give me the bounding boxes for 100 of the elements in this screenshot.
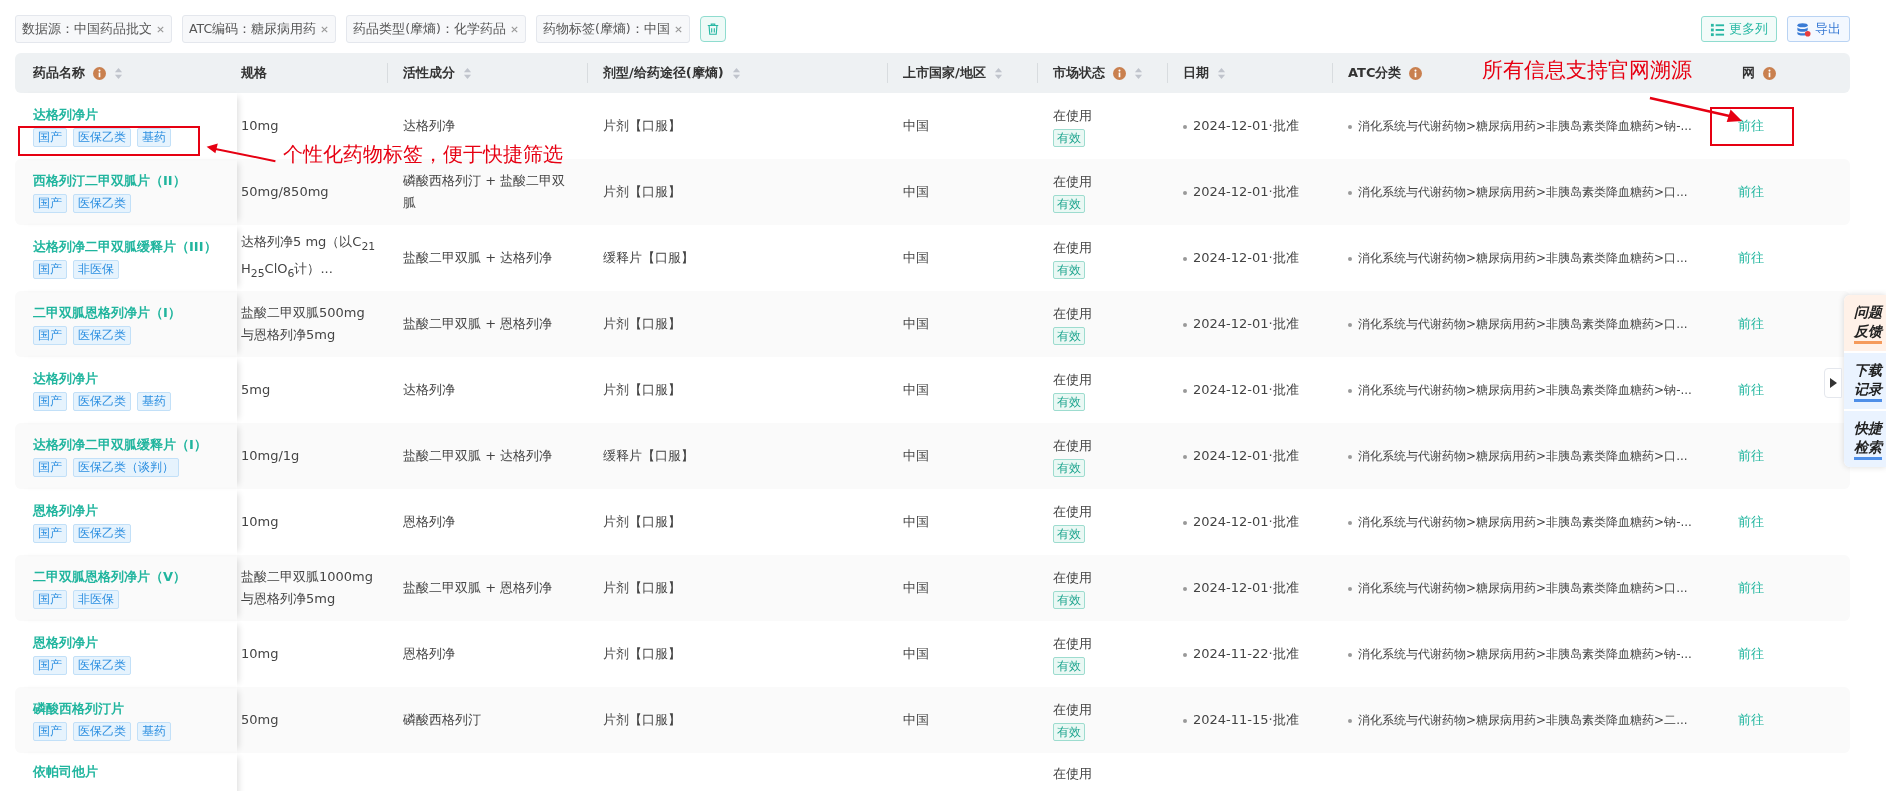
drug-name-link[interactable]: 达格列净二甲双胍缓释片（I） <box>33 435 207 454</box>
spec-text: 盐酸二甲双胍1000mg与恩格列净5mg <box>241 568 374 608</box>
sort-icon[interactable] <box>993 66 1003 80</box>
date-text: 2024-12-01·批准 <box>1183 511 1322 533</box>
drug-name-link[interactable]: 依帕司他片 <box>33 763 98 781</box>
atc-category-text: 消化系统与代谢药物>糖尿病用药>非胰岛素类降血糖药>口... <box>1348 445 1688 467</box>
date-text: 2024-12-01·批准 <box>1183 115 1322 137</box>
drug-name-link[interactable]: 达格列净片 <box>33 369 98 388</box>
drug-tag[interactable]: 国产 <box>33 325 67 345</box>
close-icon[interactable] <box>673 24 683 34</box>
goto-link[interactable]: 前往 <box>1738 315 1764 333</box>
country-text: 中国 <box>903 645 930 663</box>
drug-name-link[interactable]: 西格列汀二甲双胍片（II） <box>33 171 186 190</box>
ingredient-text: 恩格列净 <box>403 645 456 663</box>
status-tag: 有效 <box>1053 657 1085 675</box>
list-icon <box>1710 21 1725 37</box>
goto-link[interactable]: 前往 <box>1738 711 1764 729</box>
drug-tag[interactable]: 国产 <box>33 193 67 213</box>
drug-name-link[interactable]: 达格列净片 <box>33 105 98 124</box>
goto-link[interactable]: 前往 <box>1738 579 1764 597</box>
play-icon <box>1829 378 1837 388</box>
column-header: 规格 <box>241 64 267 82</box>
drug-tag[interactable]: 医保乙类 <box>73 325 131 345</box>
drug-tag[interactable]: 医保乙类（谈判） <box>73 457 179 477</box>
annotation-text: 所有信息支持官网溯源 <box>1482 57 1692 84</box>
date-text: 2024-12-01·批准 <box>1183 181 1322 203</box>
spec-text: 10mg/1g <box>241 447 301 465</box>
drug-tag[interactable]: 医保乙类 <box>73 391 131 411</box>
drug-tag[interactable]: 医保乙类 <box>73 193 131 213</box>
goto-link[interactable]: 前往 <box>1738 513 1764 531</box>
sort-icon[interactable] <box>114 66 123 80</box>
drug-tag[interactable]: 非医保 <box>73 589 119 609</box>
drug-name-link[interactable]: 二甲双胍恩格列净片（Ⅰ） <box>33 303 181 322</box>
filter-chip[interactable]: 药品类型(摩熵)：化学药品 <box>346 15 526 43</box>
goto-link[interactable]: 前往 <box>1738 645 1764 663</box>
ingredient-text: 磷酸西格列汀 + 盐酸二甲双胍 <box>403 172 567 212</box>
column-header: 上市国家/地区 <box>903 64 986 82</box>
close-icon[interactable] <box>510 24 519 34</box>
filter-chip[interactable]: 数据源：中国药品批文 <box>15 15 172 43</box>
search-tab[interactable]: 快捷检索 <box>1844 411 1886 467</box>
drug-tag[interactable]: 医保乙类 <box>73 655 131 675</box>
goto-link[interactable]: 前往 <box>1738 183 1764 201</box>
column-header: 剂型/给药途径(摩熵) <box>603 64 724 82</box>
drug-name-link[interactable]: 恩格列净片 <box>33 501 98 520</box>
panel-toggle-button[interactable] <box>1824 368 1842 398</box>
spec-text: 10mg <box>241 645 280 663</box>
dosage-form-text: 片剂【口服】 <box>603 513 682 531</box>
drug-tag[interactable]: 国产 <box>33 391 67 411</box>
drug-tag[interactable]: 国产 <box>33 589 67 609</box>
dosage-form-text: 缓释片【口服】 <box>603 447 695 465</box>
dosage-form-text: 片剂【口服】 <box>603 381 682 399</box>
drug-tag[interactable]: 国产 <box>33 721 67 741</box>
sort-icon[interactable] <box>1217 66 1226 80</box>
market-status-text: 在使用 <box>1053 305 1092 323</box>
export-button[interactable]: 导出 <box>1787 16 1850 42</box>
dosage-form-text: 片剂【口服】 <box>603 117 682 135</box>
market-status-text: 在使用 <box>1053 239 1092 257</box>
drug-tag[interactable]: 国产 <box>33 259 67 279</box>
goto-link[interactable]: 前往 <box>1738 381 1764 399</box>
ingredient-text: 盐酸二甲双胍 + 恩格列净 <box>403 579 554 597</box>
drug-tag[interactable]: 基药 <box>137 391 171 411</box>
more-columns-button[interactable]: 更多列 <box>1701 16 1777 42</box>
feedback-tab[interactable]: 问题反馈 <box>1844 295 1886 351</box>
drug-name-link[interactable]: 达格列净二甲双胍缓释片（III） <box>33 237 217 256</box>
goto-link[interactable]: 前往 <box>1738 447 1764 465</box>
annotation-text: 个性化药物标签，便于快捷筛选 <box>283 142 563 166</box>
ingredient-text: 磷酸西格列汀 <box>403 711 482 729</box>
download-tab[interactable]: 下载记录 <box>1844 353 1886 409</box>
filter-chip[interactable]: 药物标签(摩熵)：中国 <box>536 15 690 43</box>
country-text: 中国 <box>903 579 930 597</box>
drug-tag[interactable]: 非医保 <box>73 259 119 279</box>
market-status-text: 在使用 <box>1053 173 1092 191</box>
drug-tag[interactable]: 国产 <box>33 457 67 477</box>
close-icon[interactable] <box>156 24 165 34</box>
drug-tag[interactable]: 国产 <box>33 655 67 675</box>
column-header: ATC分类 <box>1348 64 1402 82</box>
drug-tag[interactable]: 国产 <box>33 523 67 543</box>
filter-chip[interactable]: ATC编码：糖尿病用药 <box>182 15 337 43</box>
ingredient-text: 恩格列净 <box>403 513 456 531</box>
drug-name-link[interactable]: 恩格列净片 <box>33 633 98 652</box>
spec-text: 5mg <box>241 381 272 399</box>
goto-link[interactable]: 前往 <box>1738 117 1764 135</box>
sort-icon[interactable] <box>463 66 472 80</box>
drug-name-link[interactable]: 二甲双胍恩格列净片（V） <box>33 567 187 586</box>
drug-tag[interactable]: 医保乙类 <box>73 523 131 543</box>
close-icon[interactable] <box>320 24 330 34</box>
drug-name-link[interactable]: 磷酸西格列汀片 <box>33 699 124 718</box>
drug-tag[interactable]: 医保乙类 <box>73 721 131 741</box>
status-tag: 有效 <box>1053 129 1085 147</box>
goto-link[interactable]: 前往 <box>1738 249 1764 267</box>
status-tag: 有效 <box>1053 261 1085 279</box>
sort-icon[interactable] <box>731 66 741 80</box>
country-text: 中国 <box>903 447 930 465</box>
column-header: 日期 <box>1183 64 1209 82</box>
column-header: 药品名称 <box>33 64 85 82</box>
market-status-text: 在使用 <box>1053 503 1092 521</box>
clear-filters-button[interactable] <box>699 16 726 42</box>
sort-icon[interactable] <box>1134 66 1143 80</box>
atc-category-text: 消化系统与代谢药物>糖尿病用药>非胰岛素类降血糖药>口... <box>1348 577 1688 599</box>
drug-tag[interactable]: 基药 <box>137 721 171 741</box>
